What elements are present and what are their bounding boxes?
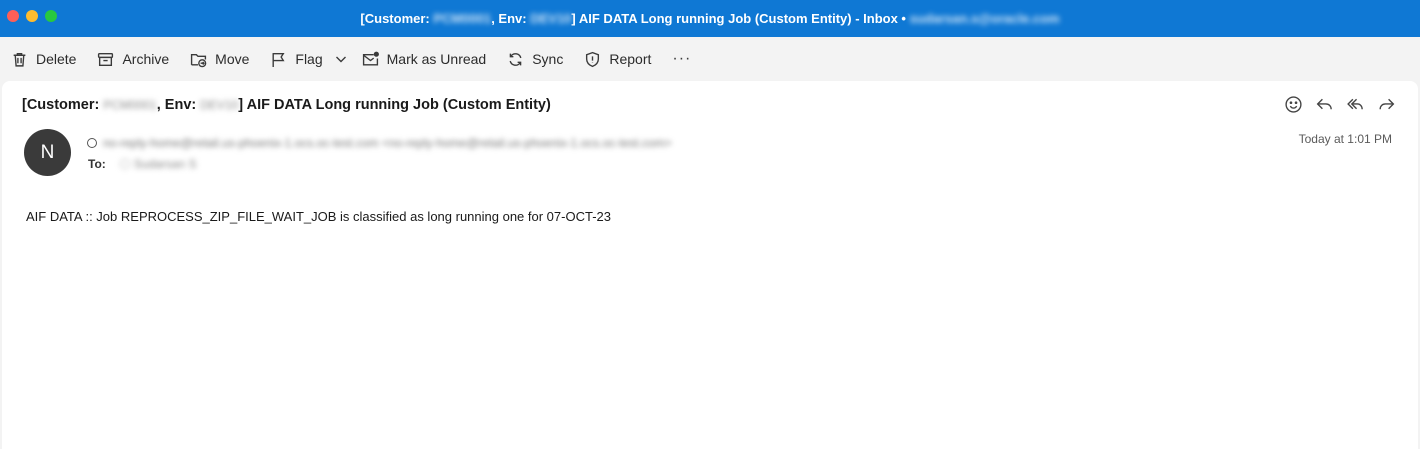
flag-button[interactable]: Flag bbox=[270, 44, 331, 74]
forward-button[interactable] bbox=[1377, 95, 1396, 114]
read-status-icon[interactable] bbox=[87, 138, 97, 148]
message-subject: [Customer: PCM0001 , Env: DEV10 ] AIF DA… bbox=[22, 97, 551, 113]
chevron-down-icon bbox=[335, 56, 346, 63]
archive-button[interactable]: Archive bbox=[97, 44, 178, 74]
window-title: [Customer: PCM0001 , Env: DEV10 ] AIF DA… bbox=[360, 11, 1059, 26]
window-controls bbox=[7, 10, 57, 22]
sync-icon bbox=[509, 52, 522, 66]
reply-all-icon bbox=[1347, 98, 1363, 110]
subject-env-label: , Env: bbox=[156, 97, 197, 113]
maximize-window-button[interactable] bbox=[45, 10, 57, 22]
mail-window: [Customer: PCM0001 , Env: DEV10 ] AIF DA… bbox=[0, 0, 1420, 449]
title-prefix: [Customer: bbox=[360, 11, 430, 26]
sync-button[interactable]: Sync bbox=[507, 44, 572, 74]
to-label: To: bbox=[88, 157, 106, 171]
message-pane: [Customer: PCM0001 , Env: DEV10 ] AIF DA… bbox=[2, 81, 1418, 449]
sync-label: Sync bbox=[532, 51, 564, 67]
envelope-dot-icon bbox=[362, 51, 379, 66]
smiley-icon bbox=[1285, 96, 1302, 113]
subject-suffix: ] AIF DATA Long running Job (Custom Enti… bbox=[238, 97, 551, 113]
toolbar: Delete Archive Move Flag Mark as Unread … bbox=[0, 37, 1420, 81]
trash-icon bbox=[13, 52, 26, 67]
flag-dropdown-button[interactable] bbox=[334, 52, 348, 66]
subject-env-redacted: DEV10 bbox=[200, 98, 239, 112]
reply-icon bbox=[1316, 98, 1332, 110]
shield-icon bbox=[586, 51, 600, 67]
message-actions bbox=[1284, 95, 1396, 114]
move-button[interactable]: Move bbox=[190, 44, 258, 74]
minimize-window-button[interactable] bbox=[26, 10, 38, 22]
title-bar: [Customer: PCM0001 , Env: DEV10 ] AIF DA… bbox=[0, 0, 1420, 37]
delete-label: Delete bbox=[36, 51, 77, 67]
recipient-name-redacted: Sudarsan S bbox=[133, 157, 197, 171]
mark-as-unread-label: Mark as Unread bbox=[386, 51, 487, 67]
recipient-status-icon bbox=[119, 159, 130, 169]
archive-label: Archive bbox=[122, 51, 170, 67]
subject-customer-redacted: PCM0001 bbox=[103, 98, 157, 112]
delete-button[interactable]: Delete bbox=[11, 44, 85, 74]
recipients-row: To: Sudarsan S bbox=[88, 157, 196, 171]
flag-label: Flag bbox=[295, 51, 323, 67]
move-label: Move bbox=[215, 51, 250, 67]
sender-row: no-reply-home@retail.us-phoenix-1.ocs.oc… bbox=[87, 136, 672, 150]
archive-icon bbox=[98, 52, 114, 66]
message-timestamp: Today at 1:01 PM bbox=[1298, 132, 1392, 146]
forward-icon bbox=[1379, 98, 1395, 110]
report-label: Report bbox=[609, 51, 652, 67]
title-suffix: ] AIF DATA Long running Job (Custom Enti… bbox=[571, 11, 906, 26]
subject-prefix: [Customer: bbox=[22, 97, 100, 113]
sender-address-redacted[interactable]: no-reply-home@retail.us-phoenix-1.ocs.oc… bbox=[103, 136, 672, 150]
message-body: AIF DATA :: Job REPROCESS_ZIP_FILE_WAIT_… bbox=[26, 209, 611, 224]
reply-all-button[interactable] bbox=[1346, 95, 1365, 114]
title-customer-redacted: PCM0001 bbox=[433, 11, 492, 26]
report-button[interactable]: Report bbox=[584, 44, 660, 74]
mark-as-unread-button[interactable]: Mark as Unread bbox=[362, 44, 496, 74]
flag-icon bbox=[272, 52, 285, 67]
close-window-button[interactable] bbox=[7, 10, 19, 22]
title-env-redacted: DEV10 bbox=[530, 11, 572, 26]
recipient-chip[interactable]: Sudarsan S bbox=[119, 157, 197, 171]
reply-button[interactable] bbox=[1315, 95, 1334, 114]
emoji-reaction-button[interactable] bbox=[1284, 95, 1303, 114]
sender-avatar: N bbox=[24, 129, 71, 176]
title-env-label: , Env: bbox=[491, 11, 527, 26]
folder-move-icon bbox=[191, 53, 207, 67]
title-account-redacted: sudarsan.s@oracle.com bbox=[909, 11, 1060, 26]
more-actions-button[interactable]: ··· bbox=[672, 50, 691, 68]
